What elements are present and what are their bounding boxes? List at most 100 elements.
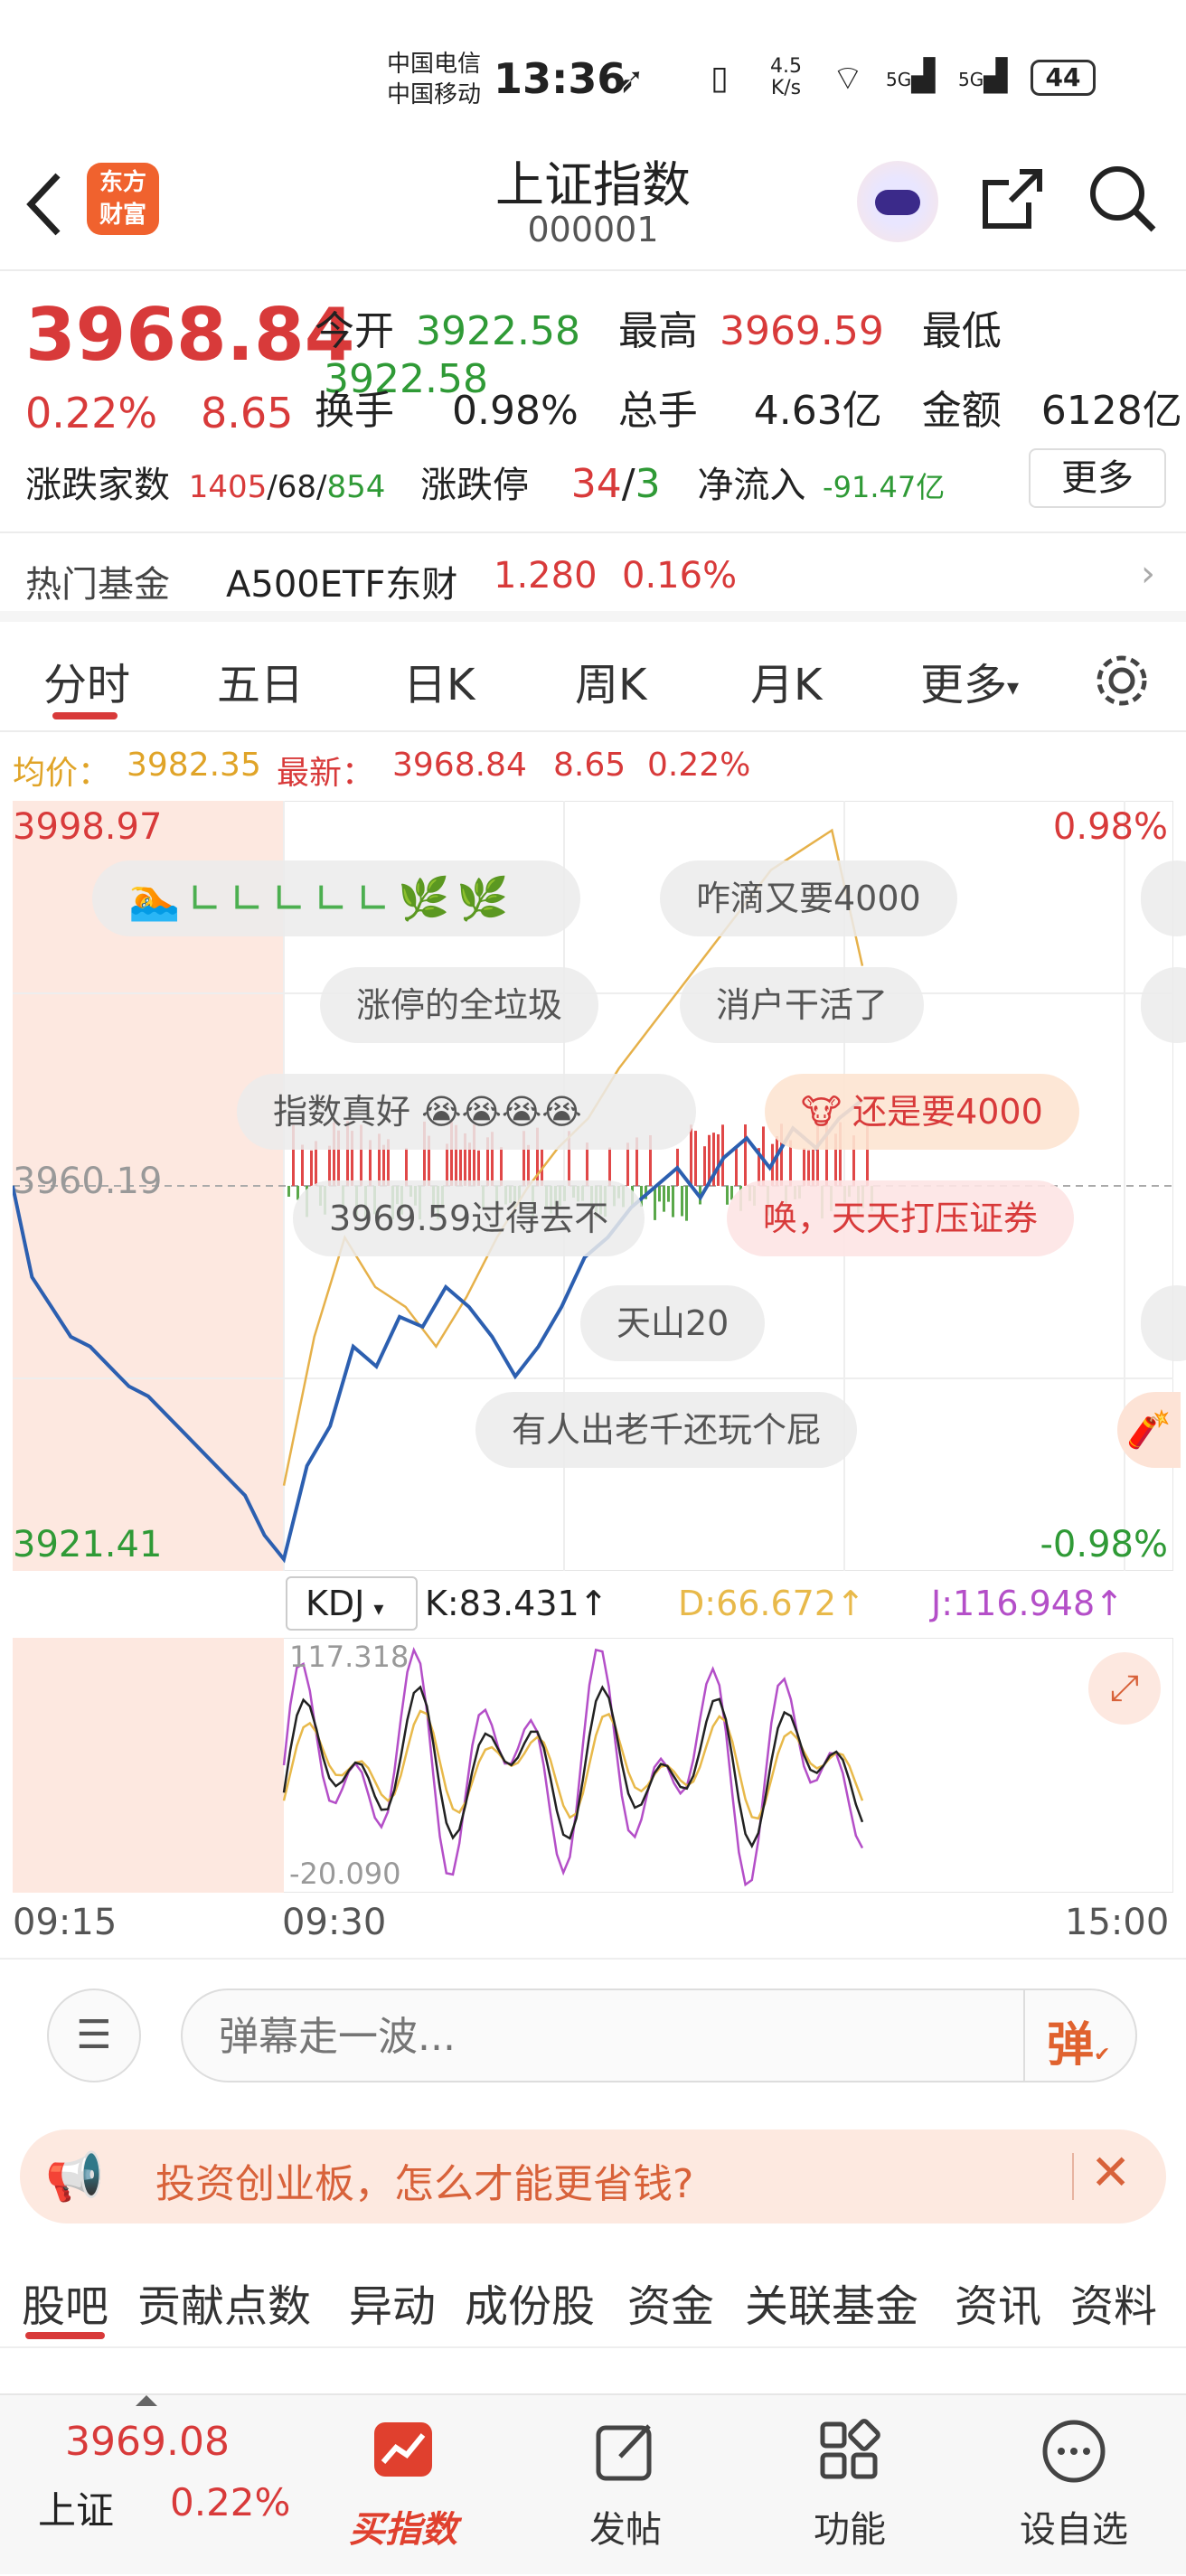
logo-line2: 财富 <box>99 202 146 229</box>
danmaku-bubble-3[interactable]: 消户干活了 <box>680 967 925 1043</box>
app-notification-icon: ➶ <box>615 60 645 101</box>
subtab-related-funds[interactable]: 关联基金 <box>745 2270 918 2334</box>
danmu-settings-icon[interactable]: ☰ <box>47 1988 141 2082</box>
input-divider <box>1023 1990 1025 2081</box>
more-button[interactable]: 更多 <box>1029 448 1166 508</box>
indicator-select[interactable]: KDJ ▾ <box>286 1576 418 1631</box>
danmu-input[interactable] <box>219 2005 996 2068</box>
low-label: 最低 <box>921 308 1002 354</box>
function-label: 功能 <box>814 2509 886 2551</box>
danmaku-bubble-5[interactable]: 🐮 还是要4000 <box>765 1074 1079 1150</box>
kdj-chart[interactable]: 117.318 -20.090 ⤢ <box>13 1638 1173 1893</box>
open-label: 今开 <box>315 308 394 354</box>
net-speed: 4.5 K/s <box>770 56 802 99</box>
carrier-labels: 中国电信 中国移动 <box>387 49 481 110</box>
subtab-news[interactable]: 资讯 <box>955 2270 1041 2334</box>
add-watchlist-button[interactable]: 设自选 <box>984 2395 1164 2576</box>
flow-bar <box>721 1124 724 1186</box>
axis-mid-price: 3960.19 <box>13 1161 163 1202</box>
post-label: 发帖 <box>589 2509 662 2551</box>
flow-bar <box>310 1150 313 1186</box>
clock: 13:36 <box>494 54 626 103</box>
danmaku-bubble-6[interactable]: 3969.59过得去不 <box>293 1180 645 1256</box>
volume-label: 总手 <box>617 388 698 434</box>
settings-gear-icon[interactable] <box>1090 649 1153 712</box>
danmaku-emoji-bubble[interactable]: 🏊∟∟∟∟∟🌿🌿 <box>92 860 580 936</box>
tab-five-day[interactable]: 五日 <box>217 649 304 712</box>
ai-assistant-icon[interactable] <box>857 161 938 242</box>
limit-sep: / <box>621 461 635 507</box>
latest-pct: 0.22% <box>647 747 751 784</box>
search-icon[interactable] <box>1085 161 1161 237</box>
mini-quote[interactable]: 3969.08 上证 0.22% <box>0 2395 307 2576</box>
subtab-movement[interactable]: 异动 <box>349 2270 436 2334</box>
axis-bottom-price: 3921.41 <box>13 1524 163 1565</box>
signal-icon-2: 5G▟ <box>958 58 1008 94</box>
battery-level: 44 <box>1045 62 1081 92</box>
net-speed-unit: K/s <box>770 77 802 99</box>
subtab-constituents[interactable]: 成份股 <box>465 2270 595 2334</box>
subtab-capital[interactable]: 资金 <box>627 2270 714 2334</box>
flow-bar <box>694 1131 697 1186</box>
tab-weekly-k[interactable]: 周K <box>575 649 646 712</box>
function-button[interactable]: 功能 <box>759 2395 940 2576</box>
logo-line1: 东方 <box>99 169 146 196</box>
subtab-profile[interactable]: 资料 <box>1070 2270 1157 2334</box>
page-title: 上证指数 <box>495 156 691 213</box>
danmu-input-wrapper: 弹✔ <box>181 1988 1137 2082</box>
hot-fund-row[interactable]: 热门基金 A500ETF东财 1.280 0.16% › <box>0 535 1186 622</box>
latest-value: 3968.84 <box>392 747 527 784</box>
close-icon[interactable]: ✕ <box>1090 2144 1131 2201</box>
send-danmu-button[interactable]: 弹✔ <box>1047 2007 1110 2074</box>
signal-icon-1: 5G▟ <box>886 58 936 94</box>
danmaku-4-text: 指数真好 <box>273 1092 411 1132</box>
danmaku-bubble-8[interactable]: 天山20 <box>580 1285 766 1361</box>
avg-value: 3982.35 <box>127 747 261 784</box>
subtab-contribution[interactable]: 贡献点数 <box>137 2270 311 2334</box>
hot-fund-label: 热门基金 <box>25 564 170 606</box>
grid-icon <box>814 2415 886 2487</box>
tab-monthly-k[interactable]: 月K <box>750 649 822 712</box>
status-bar: 中国电信 中国移动 13:36 ➶ ▯ 4.5 K/s ⌔ 5G▟ 5G▟ 44 <box>0 0 1186 154</box>
share-icon[interactable] <box>976 163 1049 235</box>
chevron-right-icon: › <box>1141 553 1155 595</box>
intraday-chart[interactable]: 3998.97 3960.19 3921.41 0.98% -0.98% 🏊∟∟… <box>13 801 1186 1571</box>
inflow-value: -91.47亿 <box>823 470 946 504</box>
danmaku-bubble-2[interactable]: 涨停的全垃圾 <box>320 967 599 1043</box>
mini-pct: 0.22% <box>170 2480 291 2524</box>
edit-icon <box>589 2415 662 2487</box>
trend-up-icon <box>367 2415 439 2487</box>
tab-daily-k[interactable]: 日K <box>403 649 475 712</box>
kdj-chart-svg <box>13 1638 1173 1893</box>
promo-banner[interactable]: 📢 投资创业板，怎么才能更省钱? ✕ <box>20 2129 1166 2223</box>
net-speed-value: 4.5 <box>770 55 802 78</box>
vibrate-icon: ▯ <box>711 60 729 97</box>
carrier-1: 中国电信 <box>387 51 482 78</box>
kdj-d-value: D:66.672↑ <box>678 1584 865 1623</box>
buy-index-label: 买指数 <box>349 2509 457 2551</box>
indicator-name: KDJ <box>306 1584 365 1623</box>
flow-bar <box>717 1133 720 1186</box>
buy-index-button[interactable]: 买指数 <box>313 2395 494 2576</box>
tab-more-label: 更多 <box>920 660 1008 710</box>
tab-intraday[interactable]: 分时 <box>43 649 130 712</box>
wifi-icon: ⌔ <box>832 58 864 98</box>
down-count: 854 <box>326 469 386 505</box>
flow-bar <box>663 1186 665 1212</box>
expand-icon[interactable]: ⤢ <box>1088 1652 1161 1725</box>
tab-more[interactable]: 更多▾ <box>920 649 1019 712</box>
sig1-label: 5G <box>886 69 912 90</box>
kdj-k-value: K:83.431↑ <box>425 1584 608 1623</box>
danmaku-bubble-4[interactable]: 指数真好 😭😭😭😭 <box>237 1074 696 1150</box>
time-label-0930: 09:30 <box>282 1902 387 1943</box>
carrier-2: 中国移动 <box>387 81 482 108</box>
danmaku-bubble-1[interactable]: 咋滴又要4000 <box>660 860 957 936</box>
open-value: 3922.58 <box>416 308 580 354</box>
back-arrow-icon[interactable] <box>22 168 67 240</box>
flow-bar <box>776 1135 778 1186</box>
subtab-guba[interactable]: 股吧 <box>22 2270 108 2334</box>
danmaku-bubble-9[interactable]: 有人出老千还玩个屁 <box>475 1392 858 1468</box>
post-button[interactable]: 发帖 <box>535 2395 716 2576</box>
danmaku-bubble-7[interactable]: 唤，天天打压证券 <box>727 1180 1075 1256</box>
danmaku-5-text: 还是要4000 <box>852 1092 1043 1132</box>
